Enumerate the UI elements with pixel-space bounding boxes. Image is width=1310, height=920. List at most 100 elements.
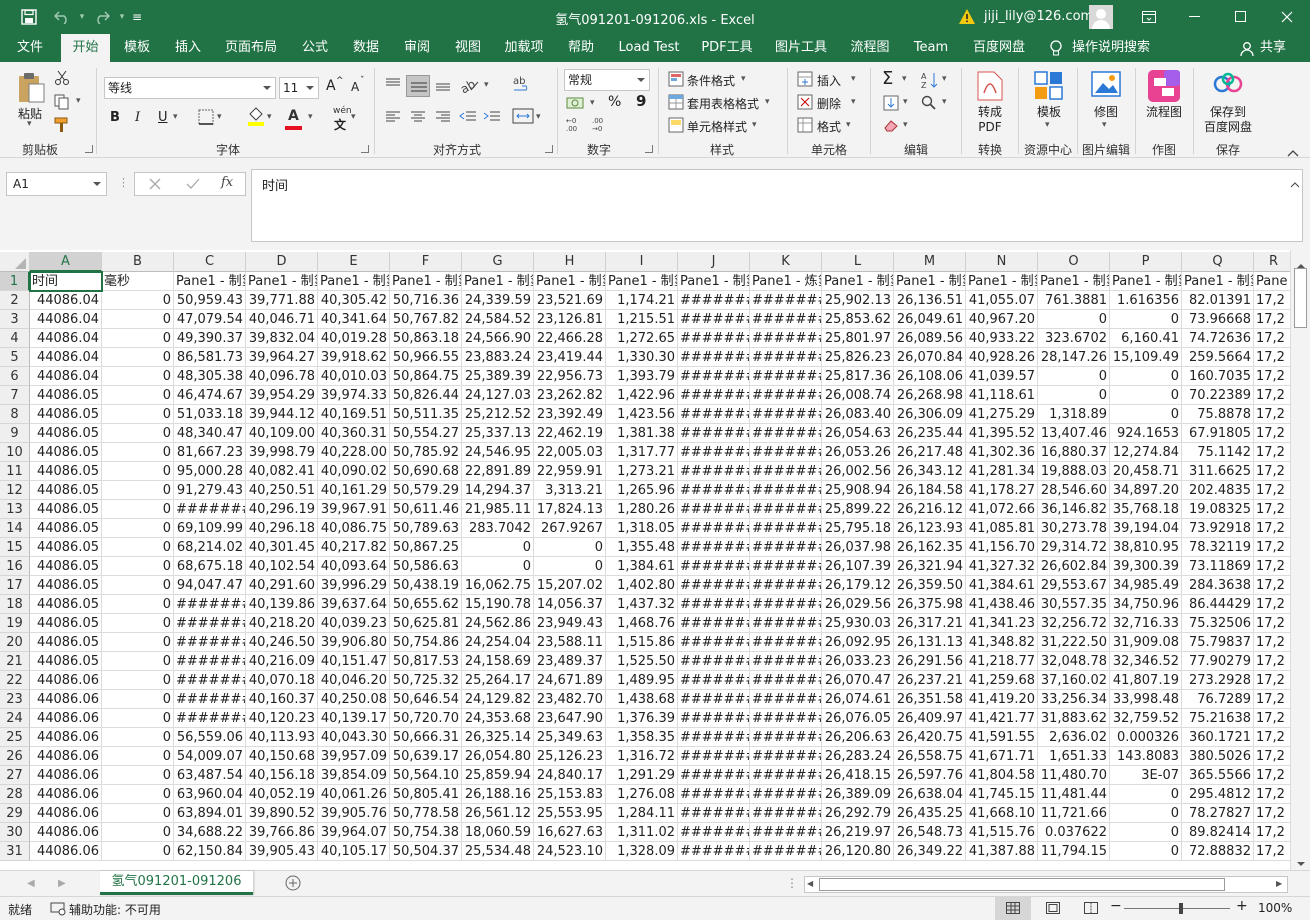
data-cell[interactable]: 44086.05 xyxy=(30,614,102,633)
data-cell[interactable]: ####### xyxy=(678,614,750,633)
data-cell[interactable]: 17,2 xyxy=(1254,500,1290,519)
data-cell[interactable]: 26,217.48 xyxy=(894,443,966,462)
clipboard-dialog-launcher[interactable] xyxy=(85,145,93,153)
warning-icon[interactable] xyxy=(958,8,976,28)
data-cell[interactable]: 86.44429 xyxy=(1182,595,1254,614)
data-cell[interactable]: 0 xyxy=(102,842,174,861)
data-cell[interactable]: 15,190.78 xyxy=(462,595,534,614)
data-cell[interactable]: 44086.05 xyxy=(30,576,102,595)
close-icon[interactable] xyxy=(1264,0,1310,34)
data-cell[interactable]: 26,558.75 xyxy=(894,747,966,766)
data-cell[interactable]: 26,219.97 xyxy=(822,823,894,842)
data-cell[interactable]: 26,409.97 xyxy=(894,709,966,728)
data-cell[interactable]: 26,435.25 xyxy=(894,804,966,823)
data-cell[interactable]: 0 xyxy=(534,557,606,576)
data-cell[interactable]: 17,2 xyxy=(1254,785,1290,804)
data-cell[interactable]: ####### xyxy=(750,614,822,633)
column-header[interactable]: K xyxy=(750,252,822,272)
data-cell[interactable]: 40,061.26 xyxy=(318,785,390,804)
fill-dropdown-icon[interactable]: ▾ xyxy=(903,97,908,107)
tab-view[interactable]: 视图 xyxy=(447,34,489,62)
data-cell[interactable]: 0 xyxy=(1110,386,1182,405)
data-cell[interactable]: ####### xyxy=(750,291,822,310)
data-cell[interactable]: 34,897.20 xyxy=(1110,481,1182,500)
data-cell[interactable]: 26,602.84 xyxy=(1038,557,1110,576)
header-cell[interactable]: Pane xyxy=(1254,272,1290,291)
data-cell[interactable]: 0 xyxy=(102,424,174,443)
data-cell[interactable]: ####### xyxy=(678,462,750,481)
data-cell[interactable]: 40,070.18 xyxy=(246,671,318,690)
convert-pdf-button[interactable]: 转成 PDF xyxy=(978,105,1002,135)
data-cell[interactable]: 40,156.18 xyxy=(246,766,318,785)
row-header[interactable]: 15 xyxy=(0,538,30,557)
data-cell[interactable]: 0 xyxy=(102,728,174,747)
row-header[interactable]: 28 xyxy=(0,785,30,804)
accessibility-icon[interactable] xyxy=(50,902,66,919)
data-cell[interactable]: 0 xyxy=(102,519,174,538)
data-cell[interactable]: ####### xyxy=(750,386,822,405)
tab-help[interactable]: 帮助 xyxy=(560,34,602,62)
data-cell[interactable]: 50,716.36 xyxy=(390,291,462,310)
data-cell[interactable]: 41,178.27 xyxy=(966,481,1038,500)
row-header[interactable]: 20 xyxy=(0,633,30,652)
column-header[interactable]: G xyxy=(462,252,534,272)
insert-function-icon[interactable]: fx xyxy=(221,175,233,190)
data-cell[interactable]: 26,108.06 xyxy=(894,367,966,386)
sort-filter-icon[interactable]: AZ xyxy=(920,71,940,92)
data-cell[interactable]: 25,899.22 xyxy=(822,500,894,519)
row-header[interactable]: 25 xyxy=(0,728,30,747)
data-cell[interactable]: 41,218.77 xyxy=(966,652,1038,671)
data-cell[interactable]: 23,489.37 xyxy=(534,652,606,671)
data-cell[interactable]: ####### xyxy=(678,823,750,842)
data-cell[interactable]: 75.1142 xyxy=(1182,443,1254,462)
data-cell[interactable]: 22,462.19 xyxy=(534,424,606,443)
data-cell[interactable]: 26,053.26 xyxy=(822,443,894,462)
data-cell[interactable]: 41,302.36 xyxy=(966,443,1038,462)
tell-me-search[interactable]: 操作说明搜索 xyxy=(1072,34,1154,62)
data-cell[interactable]: 91,279.43 xyxy=(174,481,246,500)
data-cell[interactable]: 41,259.68 xyxy=(966,671,1038,690)
data-cell[interactable]: 41,591.55 xyxy=(966,728,1038,747)
data-cell[interactable]: 73.92918 xyxy=(1182,519,1254,538)
data-cell[interactable]: 0 xyxy=(1110,823,1182,842)
data-cell[interactable]: 17,2 xyxy=(1254,633,1290,652)
data-cell[interactable]: 41,039.57 xyxy=(966,367,1038,386)
data-cell[interactable]: 40,160.37 xyxy=(246,690,318,709)
data-cell[interactable]: 26,389.09 xyxy=(822,785,894,804)
row-header[interactable]: 23 xyxy=(0,690,30,709)
data-cell[interactable]: 6,160.41 xyxy=(1110,329,1182,348)
data-cell[interactable]: 86,581.73 xyxy=(174,348,246,367)
column-header[interactable]: D xyxy=(246,252,318,272)
row-header[interactable]: 12 xyxy=(0,481,30,500)
data-cell[interactable]: 24,584.52 xyxy=(462,310,534,329)
data-cell[interactable]: 0 xyxy=(102,462,174,481)
data-cell[interactable]: 41,384.61 xyxy=(966,576,1038,595)
undo-icon[interactable] xyxy=(48,0,76,34)
data-cell[interactable]: 50,863.18 xyxy=(390,329,462,348)
accounting-format-icon[interactable] xyxy=(566,95,586,114)
underline-dropdown-icon[interactable]: ▾ xyxy=(173,112,178,122)
row-header[interactable]: 9 xyxy=(0,424,30,443)
data-cell[interactable]: ####### xyxy=(174,690,246,709)
font-color-icon[interactable]: A xyxy=(288,108,299,124)
data-cell[interactable]: 1.616356 xyxy=(1110,291,1182,310)
undo-dropdown-icon[interactable]: ▾ xyxy=(76,0,88,34)
increase-indent-icon[interactable] xyxy=(483,110,501,127)
data-cell[interactable]: 50,767.82 xyxy=(390,310,462,329)
paste-dropdown-icon[interactable]: ▾ xyxy=(27,119,32,129)
data-cell[interactable]: 0 xyxy=(102,329,174,348)
data-cell[interactable]: 17,2 xyxy=(1254,519,1290,538)
data-cell[interactable]: 31,222.50 xyxy=(1038,633,1110,652)
align-middle-icon[interactable] xyxy=(406,75,430,97)
data-cell[interactable]: 63,894.01 xyxy=(174,804,246,823)
data-cell[interactable]: 17,2 xyxy=(1254,842,1290,861)
data-cell[interactable]: 25,859.94 xyxy=(462,766,534,785)
align-left-icon[interactable] xyxy=(385,110,401,127)
data-cell[interactable]: 41,156.70 xyxy=(966,538,1038,557)
data-cell[interactable]: 0 xyxy=(534,538,606,557)
data-cell[interactable]: 17,2 xyxy=(1254,481,1290,500)
row-header[interactable]: 4 xyxy=(0,329,30,348)
data-cell[interactable]: 17,2 xyxy=(1254,728,1290,747)
customize-quick-access-icon[interactable]: ≡ xyxy=(128,0,146,34)
data-cell[interactable]: 39,906.80 xyxy=(318,633,390,652)
